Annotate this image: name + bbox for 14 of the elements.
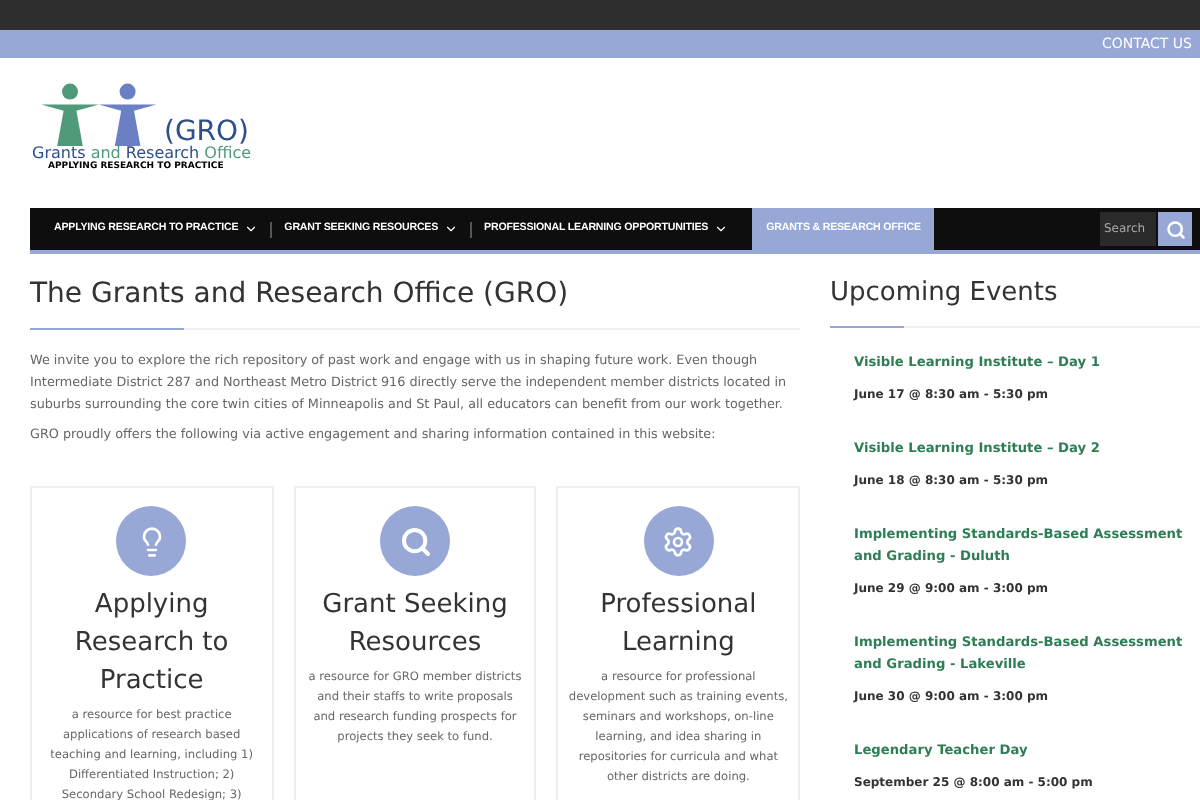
caret-icon bbox=[244, 222, 259, 236]
search-button[interactable] bbox=[1158, 212, 1192, 246]
logo-acronym: (GRO) bbox=[164, 118, 250, 146]
search-icon bbox=[1165, 219, 1185, 239]
card-title: Applying Research to Practice bbox=[72, 588, 231, 700]
card-title: Professional Learning bbox=[598, 588, 759, 662]
logo-name: Grants and Research Office bbox=[32, 146, 252, 162]
search-icon bbox=[399, 525, 431, 557]
caret-icon bbox=[714, 222, 729, 236]
page-title: The Grants and Research Office (GRO) bbox=[30, 276, 571, 314]
gear-icon bbox=[662, 525, 695, 557]
caret-icon bbox=[444, 222, 459, 236]
sidebar-title: Upcoming Events bbox=[830, 276, 1060, 312]
card-title: Grant Seeking Resources bbox=[320, 588, 510, 662]
